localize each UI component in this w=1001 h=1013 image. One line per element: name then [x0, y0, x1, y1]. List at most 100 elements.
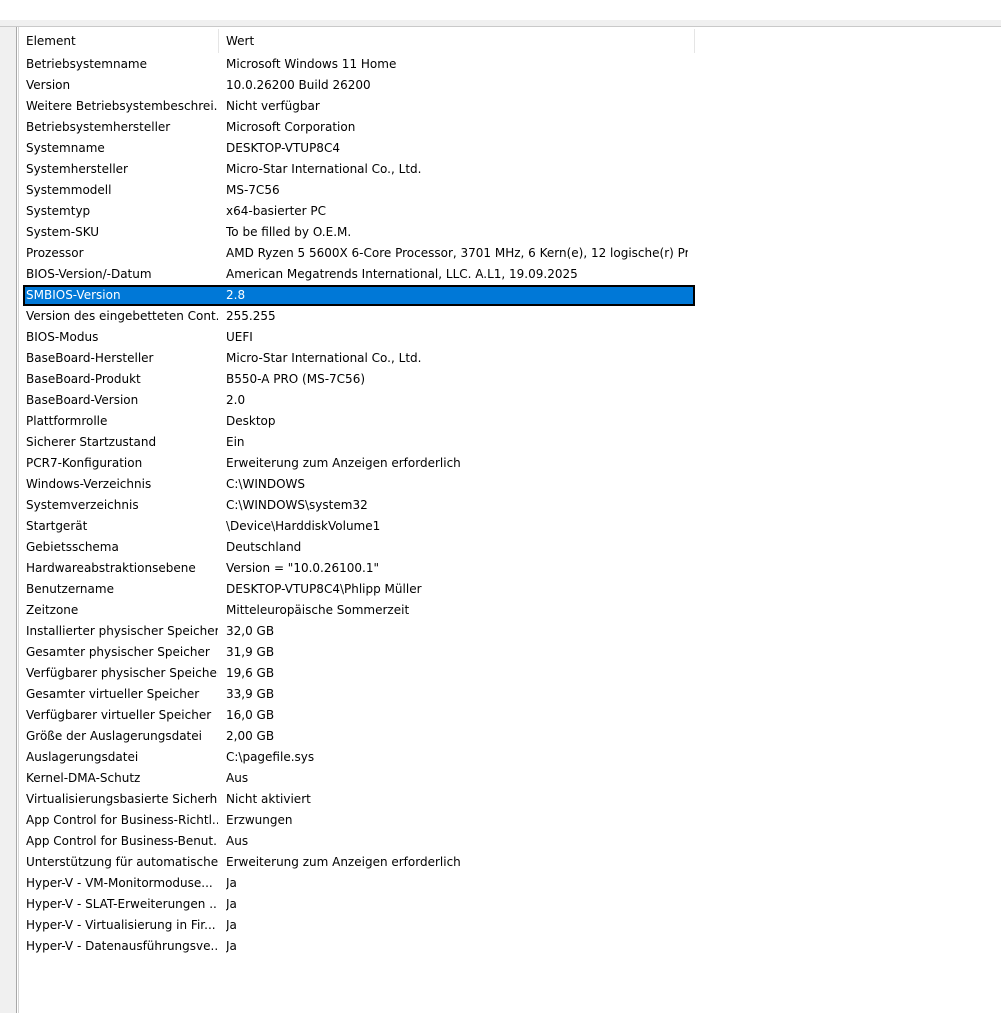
- row-element-cell: Systemverzeichnis: [26, 498, 139, 512]
- list-row[interactable]: Version 10.0.26200 Build 26200: [19, 75, 695, 96]
- list-row[interactable]: BIOS-Version/-Datum American Megatrends I…: [19, 264, 695, 285]
- row-element-cell: Unterstützung für automatische...: [26, 855, 218, 869]
- row-element-cell: Hyper-V - VM-Monitormoduse...: [26, 876, 213, 890]
- row-value-cell: Deutschland: [226, 540, 302, 554]
- list-row[interactable]: Virtualisierungsbasierte Sicherh... Nicht…: [19, 789, 695, 810]
- list-row[interactable]: Unterstützung für automatische... Erweite…: [19, 852, 695, 873]
- row-element-cell: Systemmodell: [26, 183, 112, 197]
- row-value-cell: Version = "10.0.26100.1": [226, 561, 380, 575]
- row-value-cell: Ja: [226, 876, 237, 890]
- row-element-cell: Startgerät: [26, 519, 88, 533]
- row-value-cell: Microsoft Corporation: [226, 120, 356, 134]
- list-row[interactable]: Plattformrolle Desktop: [19, 411, 695, 432]
- list-row[interactable]: Betriebsystemhersteller Microsoft Corpora…: [19, 117, 695, 138]
- column-header-element[interactable]: Element: [19, 29, 219, 53]
- list-row[interactable]: Systemverzeichnis C:\WINDOWS\system32: [19, 495, 695, 516]
- list-row[interactable]: Startgerät \Device\HarddiskVolume1: [19, 516, 695, 537]
- row-value-cell: Ja: [226, 897, 237, 911]
- list-row[interactable]: PCR7-Konfiguration Erweiterung zum Anzeig…: [19, 453, 695, 474]
- list-row[interactable]: Systemhersteller Micro-Star International…: [19, 159, 695, 180]
- row-value-cell: 31,9 GB: [226, 645, 275, 659]
- details-list-view[interactable]: Element Wert Betriebsystemname Microsoft …: [19, 27, 1001, 1013]
- row-value-cell: B550-A PRO (MS-7C56): [226, 372, 366, 386]
- list-row[interactable]: Sicherer Startzustand Ein: [19, 432, 695, 453]
- row-element-cell: Größe der Auslagerungsdatei: [26, 729, 202, 743]
- list-row[interactable]: Systemmodell MS-7C56: [19, 180, 695, 201]
- list-row[interactable]: Installierter physischer Speicher... 32,0…: [19, 621, 695, 642]
- row-element-cell: BIOS-Modus: [26, 330, 99, 344]
- row-value-cell: Micro-Star International Co., Ltd.: [226, 162, 422, 176]
- left-pane-edge: [0, 27, 16, 1013]
- row-element-cell: Windows-Verzeichnis: [26, 477, 152, 491]
- row-element-cell: App Control for Business-Richtl...: [26, 813, 218, 827]
- row-element-cell: Virtualisierungsbasierte Sicherh...: [26, 792, 218, 806]
- list-row[interactable]: Verfügbarer physischer Speicher 19,6 GB: [19, 663, 695, 684]
- row-element-cell: Benutzername: [26, 582, 114, 596]
- row-value-cell: Micro-Star International Co., Ltd.: [226, 351, 422, 365]
- list-row[interactable]: Hyper-V - VM-Monitormoduse... Ja: [19, 873, 695, 894]
- list-row[interactable]: Kernel-DMA-Schutz Aus: [19, 768, 695, 789]
- row-element-cell: Hyper-V - SLAT-Erweiterungen ...: [26, 897, 218, 911]
- system-information-window: Element Wert Betriebsystemname Microsoft …: [0, 0, 1001, 1013]
- list-row[interactable]: Hyper-V - SLAT-Erweiterungen ... Ja: [19, 894, 695, 915]
- list-row[interactable]: Zeitzone Mitteleuropäische Sommerzeit: [19, 600, 695, 621]
- row-value-cell: C:\pagefile.sys: [226, 750, 315, 764]
- list-row[interactable]: Weitere Betriebsystembeschrei... Nicht ve…: [19, 96, 695, 117]
- list-row[interactable]: Betriebsystemname Microsoft Windows 11 Ho…: [19, 54, 695, 75]
- row-element-cell: Version: [26, 78, 71, 92]
- list-row[interactable]: Gebietsschema Deutschland: [19, 537, 695, 558]
- list-row[interactable]: Hardwareabstraktionsebene Version = "10.0…: [19, 558, 695, 579]
- list-row[interactable]: BaseBoard-Produkt B550-A PRO (MS-7C56): [19, 369, 695, 390]
- row-value-cell: C:\WINDOWS: [226, 477, 306, 491]
- row-value-cell: 33,9 GB: [226, 687, 275, 701]
- row-value-cell: AMD Ryzen 5 5600X 6-Core Processor, 3701…: [226, 246, 688, 260]
- list-row[interactable]: Auslagerungsdatei C:\pagefile.sys: [19, 747, 695, 768]
- list-row[interactable]: Hyper-V - Virtualisierung in Fir... Ja: [19, 915, 695, 936]
- list-row[interactable]: Version des eingebetteten Cont... 255.255: [19, 306, 695, 327]
- row-element-cell: Systemhersteller: [26, 162, 128, 176]
- row-element-cell: BaseBoard-Version: [26, 393, 139, 407]
- list-row[interactable]: BaseBoard-Hersteller Micro-Star Internati…: [19, 348, 695, 369]
- row-value-cell: 2.0: [226, 393, 246, 407]
- row-element-cell: Systemtyp: [26, 204, 91, 218]
- list-row[interactable]: App Control for Business-Richtl... Erzwun…: [19, 810, 695, 831]
- list-row[interactable]: Gesamter virtueller Speicher 33,9 GB: [19, 684, 695, 705]
- list-row[interactable]: Verfügbarer virtueller Speicher 16,0 GB: [19, 705, 695, 726]
- list-row[interactable]: Systemname DESKTOP-VTUP8C4: [19, 138, 695, 159]
- row-element-cell: Hardwareabstraktionsebene: [26, 561, 196, 575]
- row-value-cell: UEFI: [226, 330, 253, 344]
- list-row[interactable]: Gesamter physischer Speicher 31,9 GB: [19, 642, 695, 663]
- row-element-cell: Weitere Betriebsystembeschrei...: [26, 99, 218, 113]
- row-element-cell: SMBIOS-Version: [26, 288, 121, 302]
- row-element-cell: Zeitzone: [26, 603, 79, 617]
- row-value-cell: 19,6 GB: [226, 666, 275, 680]
- list-row[interactable]: Windows-Verzeichnis C:\WINDOWS: [19, 474, 695, 495]
- row-element-cell: App Control for Business-Benut...: [26, 834, 218, 848]
- list-row[interactable]: App Control for Business-Benut... Aus: [19, 831, 695, 852]
- row-value-cell: 16,0 GB: [226, 708, 275, 722]
- row-value-cell: Aus: [226, 771, 249, 785]
- row-element-cell: Hyper-V - Virtualisierung in Fir...: [26, 918, 216, 932]
- list-row-selected[interactable]: SMBIOS-Version 2.8: [23, 285, 695, 306]
- list-row[interactable]: Größe der Auslagerungsdatei 2,00 GB: [19, 726, 695, 747]
- row-element-cell: Gesamter physischer Speicher: [26, 645, 210, 659]
- splitter[interactable]: [16, 27, 17, 1013]
- list-row[interactable]: Benutzername DESKTOP-VTUP8C4\Phlipp Mülle…: [19, 579, 695, 600]
- row-element-cell: Kernel-DMA-Schutz: [26, 771, 141, 785]
- row-value-cell: Aus: [226, 834, 249, 848]
- row-value-cell: Erzwungen: [226, 813, 293, 827]
- row-element-cell: Betriebsystemname: [26, 57, 148, 71]
- row-element-cell: PCR7-Konfiguration: [26, 456, 143, 470]
- list-row[interactable]: BIOS-Modus UEFI: [19, 327, 695, 348]
- row-value-cell: Microsoft Windows 11 Home: [226, 57, 397, 71]
- row-element-cell: Systemname: [26, 141, 105, 155]
- list-row[interactable]: Prozessor AMD Ryzen 5 5600X 6-Core Proces…: [19, 243, 695, 264]
- list-row[interactable]: Hyper-V - Datenausführungsve... Ja: [19, 936, 695, 957]
- list-row[interactable]: BaseBoard-Version 2.0: [19, 390, 695, 411]
- row-element-cell: Gebietsschema: [26, 540, 119, 554]
- column-header-value[interactable]: Wert: [219, 29, 695, 53]
- row-value-cell: Desktop: [226, 414, 276, 428]
- list-row[interactable]: Systemtyp x64-basierter PC: [19, 201, 695, 222]
- row-element-cell: BaseBoard-Hersteller: [26, 351, 154, 365]
- list-row[interactable]: System-SKU To be filled by O.E.M.: [19, 222, 695, 243]
